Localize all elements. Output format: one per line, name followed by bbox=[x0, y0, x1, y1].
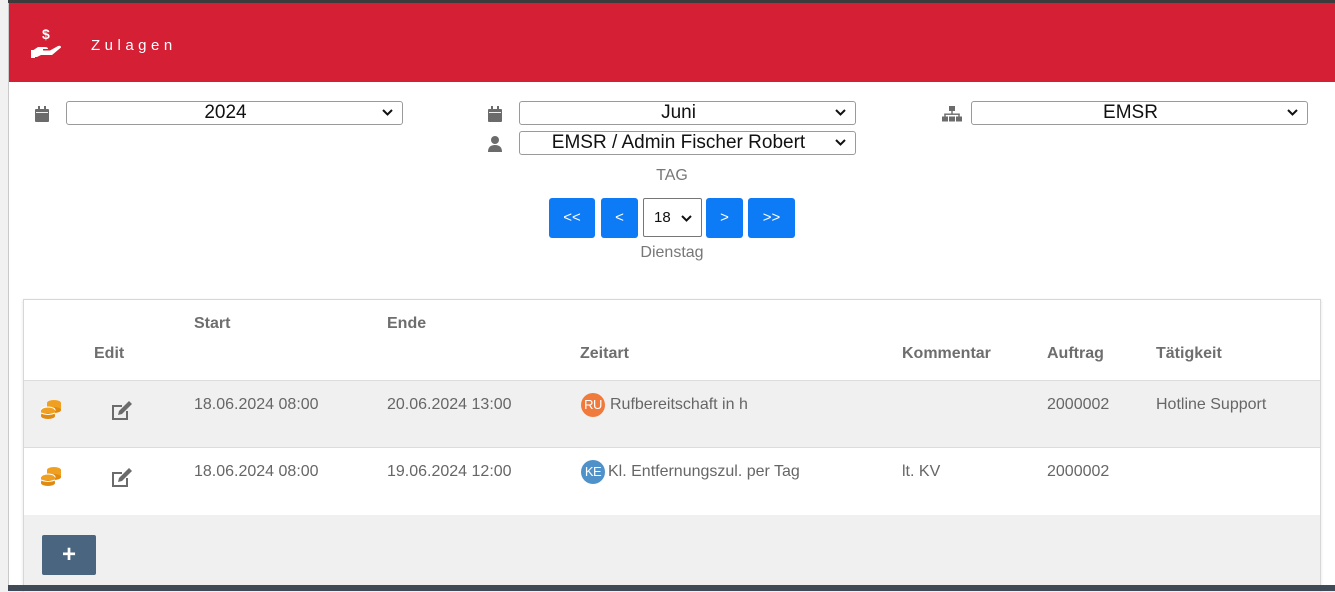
edit-icon[interactable] bbox=[110, 467, 134, 489]
next-day-button[interactable]: > bbox=[706, 198, 743, 238]
allowances-table: Edit Start Ende Zeitart Kommentar Auftra… bbox=[23, 299, 1321, 592]
start-value: 18.06.2024 08:00 bbox=[194, 396, 319, 413]
header-order: Auftrag bbox=[1047, 345, 1104, 362]
chevron-down-icon bbox=[835, 139, 846, 146]
day-select[interactable]: 18 bbox=[643, 198, 702, 237]
type-badge: KE bbox=[581, 460, 605, 484]
type-badge: RU bbox=[581, 393, 605, 417]
table-footer: + bbox=[24, 515, 1320, 592]
edit-icon[interactable] bbox=[110, 400, 134, 422]
day-label: TAG bbox=[656, 167, 688, 184]
end-value: 19.06.2024 12:00 bbox=[387, 463, 512, 480]
user-icon bbox=[488, 136, 502, 152]
header-comment: Kommentar bbox=[902, 345, 991, 362]
chevron-down-icon bbox=[681, 215, 692, 222]
month-select[interactable]: Juni bbox=[519, 101, 856, 125]
add-entry-button[interactable]: + bbox=[42, 535, 96, 575]
end-value: 20.06.2024 13:00 bbox=[387, 396, 512, 413]
chevron-down-icon bbox=[382, 109, 393, 116]
weekday-label: Dienstag bbox=[640, 244, 704, 261]
employee-select[interactable]: EMSR / Admin Fischer Robert bbox=[519, 131, 856, 155]
header-activity: Tätigkeit bbox=[1156, 345, 1222, 362]
header-edit: Edit bbox=[94, 345, 125, 362]
header-end: Ende bbox=[387, 315, 427, 332]
start-value: 18.06.2024 08:00 bbox=[194, 463, 319, 480]
header-type: Zeitart bbox=[580, 345, 629, 362]
chevron-down-icon bbox=[835, 109, 846, 116]
activity-value: Hotline Support bbox=[1156, 396, 1267, 413]
type-value: Kl. Entfernungszul. per Tag bbox=[608, 463, 800, 480]
calendar-icon bbox=[488, 106, 502, 122]
order-value: 2000002 bbox=[1047, 463, 1110, 480]
year-select[interactable]: 2024 bbox=[66, 101, 403, 125]
hand-dollar-icon: $ bbox=[31, 26, 61, 58]
type-value: Rufbereitschaft in h bbox=[610, 396, 748, 413]
bottom-bar bbox=[8, 585, 1335, 591]
department-select[interactable]: EMSR bbox=[971, 101, 1308, 125]
table-row[interactable]: 18.06.2024 08:00 19.06.2024 12:00 KE Kl.… bbox=[24, 447, 1320, 516]
previous-day-button[interactable]: < bbox=[601, 198, 638, 238]
coins-icon bbox=[40, 467, 61, 486]
last-day-button[interactable]: >> bbox=[748, 198, 795, 238]
svg-text:$: $ bbox=[42, 26, 50, 42]
calendar-icon bbox=[35, 106, 49, 122]
first-day-button[interactable]: << bbox=[549, 198, 595, 238]
header-start: Start bbox=[194, 315, 231, 332]
table-row[interactable]: 18.06.2024 08:00 20.06.2024 13:00 RU Ruf… bbox=[24, 380, 1320, 448]
sitemap-icon bbox=[942, 106, 962, 122]
page-title: Zulagen bbox=[91, 37, 177, 54]
order-value: 2000002 bbox=[1047, 396, 1110, 413]
coins-icon bbox=[40, 400, 61, 419]
chevron-down-icon bbox=[1287, 109, 1298, 116]
comment-value: lt. KV bbox=[902, 463, 941, 480]
page-header: $ Zulagen bbox=[9, 3, 1335, 82]
